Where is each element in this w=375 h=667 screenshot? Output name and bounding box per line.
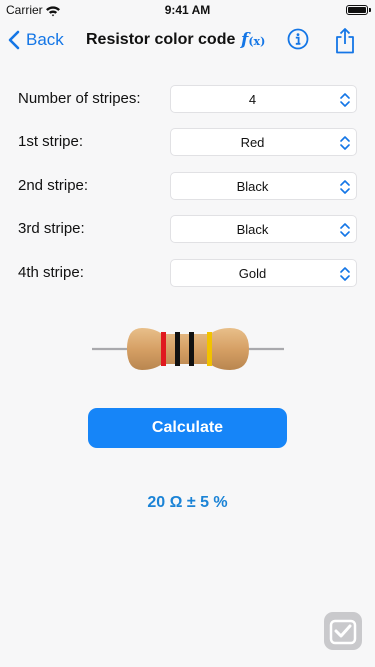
chevron-left-icon — [8, 30, 20, 50]
calculate-button[interactable]: Calculate — [88, 408, 287, 448]
app-badge-icon[interactable] — [324, 612, 362, 650]
stripe-3-value: Black — [236, 222, 269, 237]
up-down-chevron-icon — [340, 267, 350, 281]
clock: 9:41 AM — [164, 3, 211, 17]
info-icon[interactable] — [287, 28, 309, 55]
stripe-count-row: Number of stripes: 4 — [0, 85, 375, 113]
up-down-chevron-icon — [340, 93, 350, 107]
fx-sub-label: (x) — [248, 35, 266, 48]
stripe-4-select[interactable]: Gold — [170, 259, 357, 287]
stripe-2-label: 2nd stripe: — [18, 177, 89, 194]
stripe-count-value: 4 — [248, 92, 257, 107]
stripe-1-select[interactable]: Red — [170, 128, 357, 156]
resistor-band-1 — [161, 332, 166, 366]
stripe-count-select[interactable]: 4 — [170, 85, 357, 113]
share-icon[interactable] — [335, 28, 355, 59]
status-bar: Carrier 9:41 AM — [0, 0, 375, 20]
resistor-band-3 — [189, 332, 194, 366]
back-button[interactable]: Back — [8, 30, 64, 50]
stripe-count-label: Number of stripes: — [18, 90, 141, 107]
resistor-illustration — [92, 328, 284, 370]
stripe-1-row: 1st stripe: Red — [0, 128, 375, 156]
battery-icon — [346, 5, 371, 15]
stripe-2-value: Black — [236, 179, 269, 194]
resistor-body — [127, 328, 249, 370]
page-title: Resistor color code — [86, 31, 236, 48]
back-label: Back — [26, 30, 64, 49]
function-icon[interactable]: f(x) — [241, 30, 265, 50]
up-down-chevron-icon — [340, 180, 350, 194]
stripe-1-value: Red — [240, 135, 265, 150]
navigation-bar: Back Resistor color code f(x) — [0, 20, 375, 64]
up-down-chevron-icon — [340, 136, 350, 150]
stripe-2-select[interactable]: Black — [170, 172, 357, 200]
stripe-3-label: 3rd stripe: — [18, 220, 85, 237]
stripe-4-value: Gold — [238, 266, 267, 281]
stripe-4-label: 4th stripe: — [18, 264, 84, 281]
up-down-chevron-icon — [340, 223, 350, 237]
result-value: 20 Ω ± 5 % — [147, 494, 228, 511]
stripe-3-row: 3rd stripe: Black — [0, 215, 375, 243]
resistor-band-2 — [175, 332, 180, 366]
stripe-2-row: 2nd stripe: Black — [0, 172, 375, 200]
stripe-4-row: 4th stripe: Gold — [0, 259, 375, 287]
stripe-3-select[interactable]: Black — [170, 215, 357, 243]
resistor-band-4 — [207, 332, 212, 366]
stripe-1-label: 1st stripe: — [18, 133, 84, 150]
